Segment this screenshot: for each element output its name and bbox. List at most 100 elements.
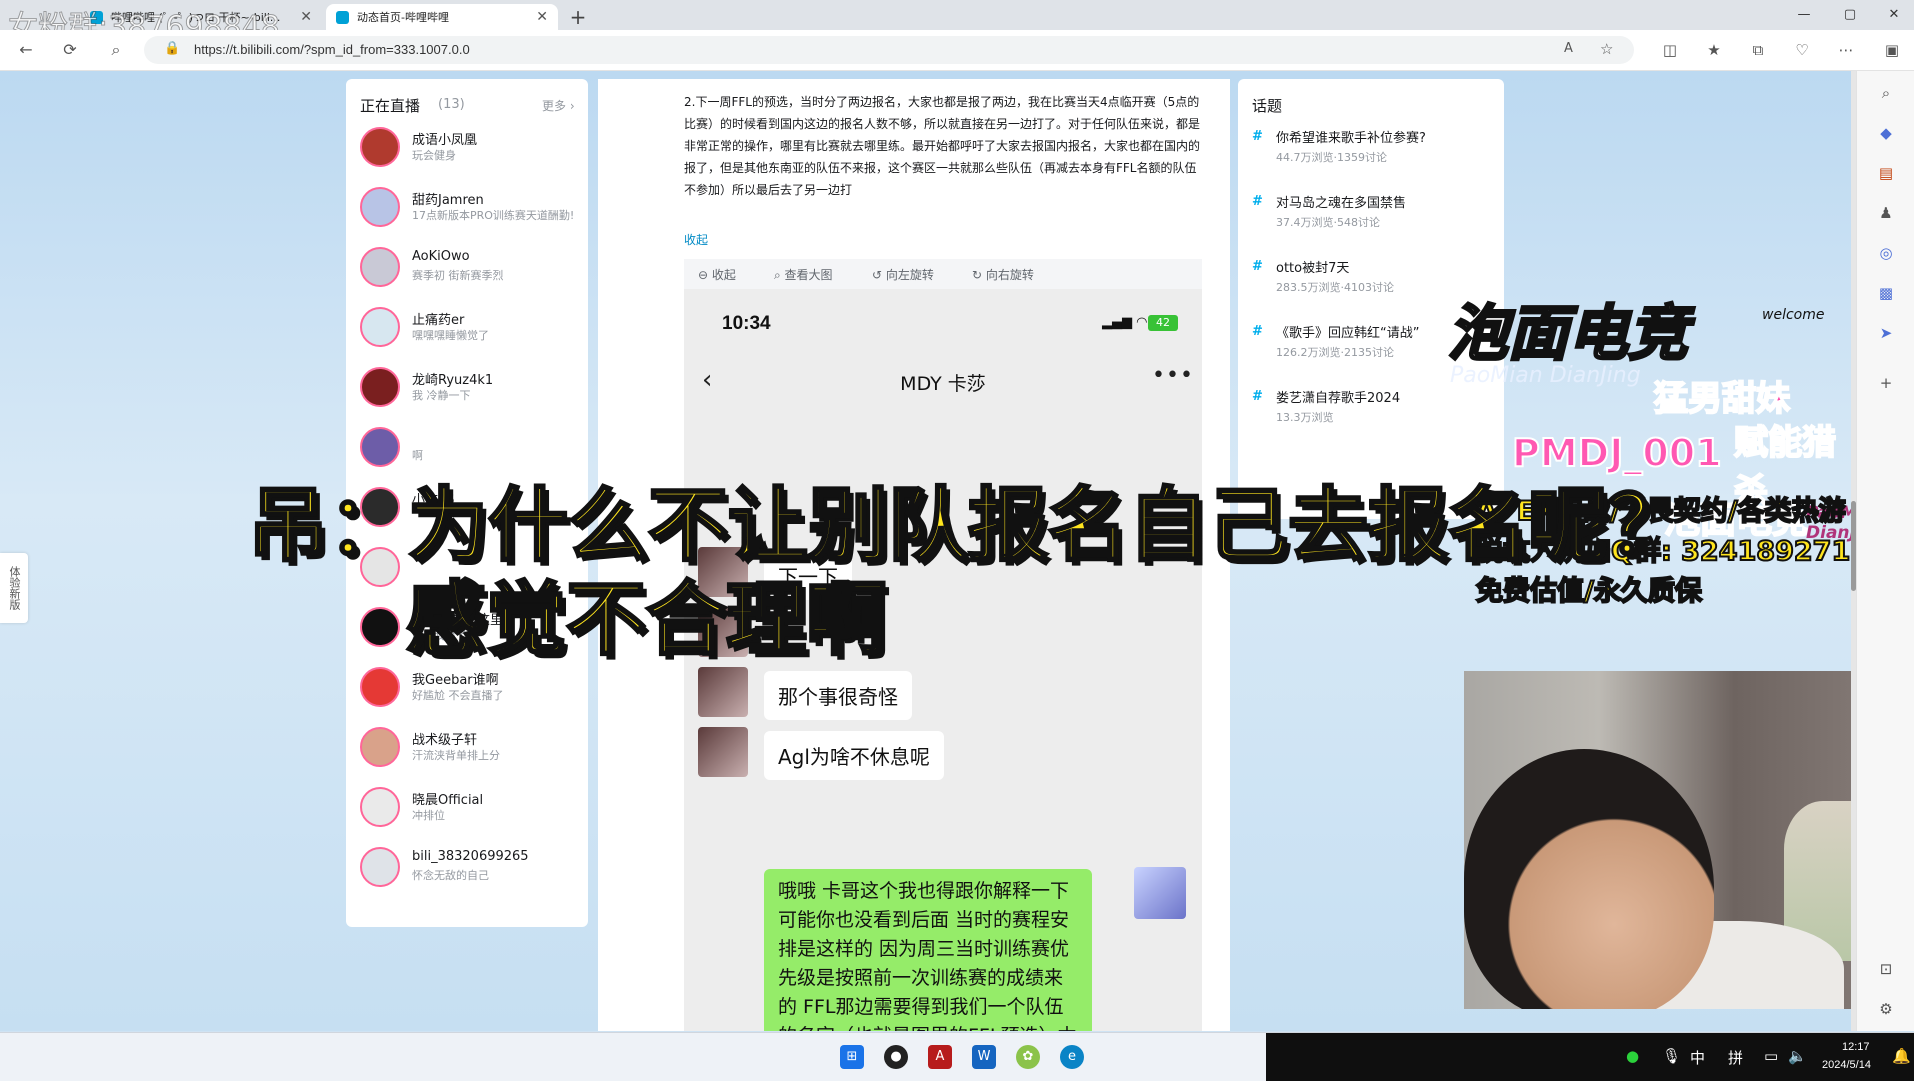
games-icon[interactable]: ♟: [1874, 201, 1898, 225]
collapse-image-button[interactable]: ⊖ 收起: [698, 266, 736, 283]
favorite-star-icon[interactable]: ☆: [1600, 40, 1613, 58]
topic-title[interactable]: 《歌手》回应韩红“请战”: [1276, 322, 1419, 341]
minimize-button[interactable]: —: [1784, 4, 1824, 26]
wechat-tray-icon[interactable]: ●: [1626, 1047, 1639, 1065]
close-tab-icon[interactable]: ✕: [536, 9, 548, 25]
collapse-link[interactable]: 收起: [684, 231, 708, 248]
stream-subtitle: 吊：为什么不让别队报名自己去报名呢？ 感觉不合理啊: [247, 478, 1690, 668]
live-list-item[interactable]: bili_38320699265 怀念无敌的自己: [360, 847, 580, 903]
search-icon[interactable]: ⌕: [104, 38, 128, 62]
live-list-item[interactable]: 甜药Jamren 17点新版本PRO训练赛天道酬勤!: [360, 187, 580, 243]
edge-browser-icon[interactable]: e: [1060, 1045, 1084, 1069]
volume-icon[interactable]: 🔈: [1788, 1047, 1807, 1065]
topic-title[interactable]: 对马岛之魂在多国禁售: [1276, 192, 1406, 211]
live-list-item[interactable]: 战术级子轩 汗流浃背单排上分: [360, 727, 580, 783]
split-screen-icon[interactable]: ◫: [1658, 38, 1682, 62]
close-window-button[interactable]: ✕: [1874, 4, 1914, 26]
live-list-item[interactable]: 成语小凤凰 玩会健身: [360, 127, 580, 183]
topic-title[interactable]: otto被封7天: [1276, 257, 1349, 276]
rotate-right-button[interactable]: ↻ 向右旋转: [972, 266, 1034, 283]
add-icon[interactable]: +: [1874, 371, 1898, 395]
own-avatar: [1134, 867, 1186, 919]
ime-mode-indicator[interactable]: 拼: [1728, 1047, 1743, 1068]
browser-essentials-icon[interactable]: ♡: [1790, 38, 1814, 62]
live-streamer-name[interactable]: 甜药Jamren: [412, 189, 484, 208]
live-avatar[interactable]: [360, 127, 400, 167]
toolbox-icon[interactable]: ▤: [1874, 161, 1898, 185]
live-avatar[interactable]: [360, 247, 400, 287]
rotate-left-button[interactable]: ↺ 向左旋转: [872, 266, 934, 283]
live-more-link[interactable]: 更多 ›: [542, 97, 575, 114]
live-list-item[interactable]: 啊: [360, 427, 580, 483]
topic-item[interactable]: # 你希望谁来歌手补位参赛? 44.7万浏览·1359讨论: [1252, 127, 1496, 183]
tab-label: 动态首页-哔哩哔哩: [357, 11, 449, 24]
live-streamer-name[interactable]: 止痛药er: [412, 309, 464, 328]
hashtag-icon: #: [1252, 389, 1263, 404]
microphone-icon[interactable]: 🎙: [1662, 1047, 1681, 1065]
address-bar[interactable]: 🔒 https://t.bilibili.com/?spm_id_from=33…: [144, 36, 1634, 64]
live-list-item[interactable]: 龙崎Ryuz4k1 我 冷静一下: [360, 367, 580, 423]
lock-icon: 🔒: [164, 41, 181, 56]
topic-item[interactable]: # 对马岛之魂在多国禁售 37.4万浏览·548讨论: [1252, 192, 1496, 248]
try-new-version-tab[interactable]: 体验新版: [0, 553, 28, 623]
back-icon[interactable]: ←: [14, 38, 38, 62]
live-streamer-name[interactable]: AoKiOwo: [412, 249, 470, 264]
ime-language-indicator[interactable]: 中: [1690, 1047, 1705, 1068]
search-icon[interactable]: ⌕: [1874, 81, 1898, 105]
network-icon[interactable]: ▭: [1764, 1047, 1778, 1065]
screenshot-icon[interactable]: ⊡: [1874, 957, 1898, 981]
windows-start-icon[interactable]: ⊞: [840, 1045, 864, 1069]
live-avatar[interactable]: [360, 847, 400, 887]
live-avatar[interactable]: [360, 787, 400, 827]
send-icon[interactable]: ➤: [1874, 321, 1898, 345]
read-aloud-icon[interactable]: A: [1564, 41, 1573, 56]
shopping-tag-icon[interactable]: ◆: [1874, 121, 1898, 145]
clock-date[interactable]: 2024/5/14: [1822, 1059, 1871, 1071]
notification-bell-icon[interactable]: 🔔: [1892, 1047, 1911, 1065]
pdf-reader-icon[interactable]: A: [928, 1045, 952, 1069]
live-avatar[interactable]: [360, 427, 400, 467]
brand-pinyin: PaoMian DianJing: [1450, 363, 1641, 388]
live-list-item[interactable]: 晓晨Official 冲排位: [360, 787, 580, 843]
close-tab-icon[interactable]: ✕: [300, 9, 312, 25]
streamer-id: PMDJ_001: [1511, 430, 1723, 476]
view-large-image-button[interactable]: ⌕ 查看大图: [774, 266, 833, 283]
live-avatar[interactable]: [360, 667, 400, 707]
streamer-head: [1464, 749, 1714, 1009]
live-streamer-name[interactable]: 成语小凤凰: [412, 129, 477, 148]
live-streamer-name[interactable]: bili_38320699265: [412, 849, 529, 864]
live-streamer-name[interactable]: 我Geebar谁啊: [412, 669, 499, 688]
topic-stats: 37.4万浏览·548讨论: [1276, 216, 1380, 229]
outlook-icon[interactable]: ▩: [1874, 281, 1898, 305]
maximize-button[interactable]: ▢: [1830, 4, 1870, 26]
live-list-item[interactable]: 我Geebar谁啊 好尴尬 不会直播了: [360, 667, 580, 723]
topic-title[interactable]: 娄艺潇自荐歌手2024: [1276, 387, 1400, 406]
live-avatar[interactable]: [360, 307, 400, 347]
taskbar-tray-area: ● 🎙 中 拼 ▭ 🔈 🔔: [1266, 1033, 1914, 1081]
app-icon[interactable]: ●: [884, 1045, 908, 1069]
collections-icon[interactable]: ⧉: [1746, 38, 1770, 62]
browser-tab-active[interactable]: 动态首页-哔哩哔哩 ✕: [326, 4, 558, 30]
office-icon[interactable]: ◎: [1874, 241, 1898, 265]
new-tab-button[interactable]: +: [566, 5, 590, 29]
live-avatar[interactable]: [360, 727, 400, 767]
clock-time[interactable]: 12:17: [1842, 1041, 1870, 1053]
live-avatar[interactable]: [360, 367, 400, 407]
live-streamer-name[interactable]: 战术级子轩: [412, 729, 477, 748]
reload-icon[interactable]: ⟳: [58, 38, 82, 62]
live-avatar[interactable]: [360, 187, 400, 227]
game-app-icon[interactable]: ✿: [1016, 1045, 1040, 1069]
sidebar-toggle-icon[interactable]: ▣: [1880, 38, 1904, 62]
live-list-item[interactable]: 止痛药er 嘿嘿嘿睡懒觉了: [360, 307, 580, 363]
topic-stats: 13.3万浏览: [1276, 411, 1334, 424]
live-streamer-name[interactable]: 龙崎Ryuz4k1: [412, 369, 493, 388]
live-list-item[interactable]: AoKiOwo 赛季初 街新赛季烈: [360, 247, 580, 303]
live-streamer-name[interactable]: 晓晨Official: [412, 789, 483, 808]
notes-app-icon[interactable]: W: [972, 1045, 996, 1069]
favorites-icon[interactable]: ★: [1702, 38, 1726, 62]
more-options-icon[interactable]: ⋯: [1834, 38, 1858, 62]
settings-gear-icon[interactable]: ⚙: [1874, 997, 1898, 1021]
topics-heading: 话题: [1252, 97, 1283, 115]
topic-item[interactable]: # 娄艺潇自荐歌手2024 13.3万浏览: [1252, 387, 1496, 443]
topic-title[interactable]: 你希望谁来歌手补位参赛?: [1276, 127, 1426, 146]
